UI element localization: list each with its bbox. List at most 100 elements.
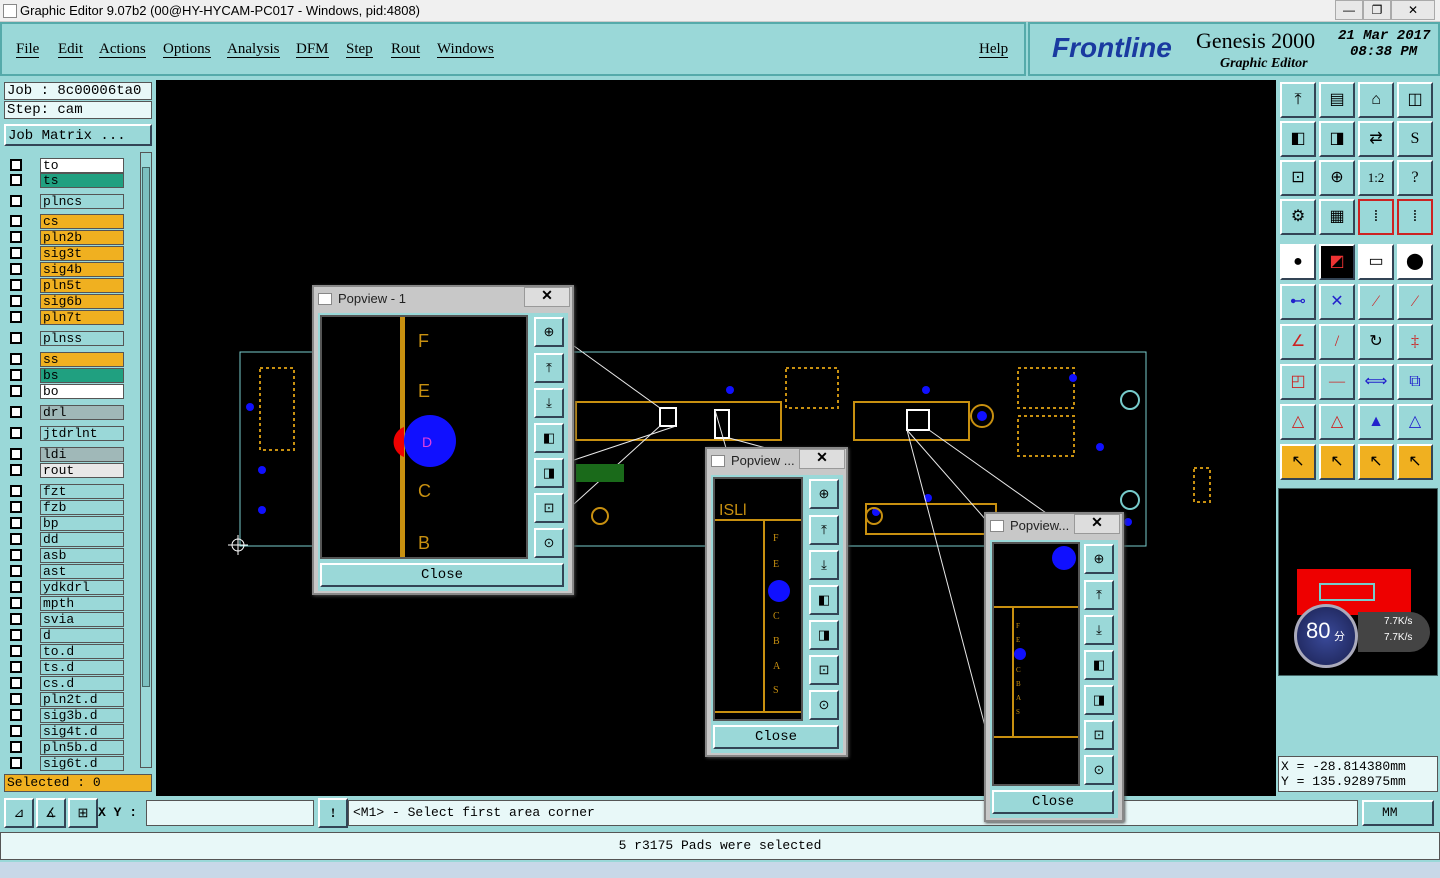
popview-down-icon[interactable]: ⤓ [534, 388, 564, 418]
layer-row[interactable]: jtdrlnt [8, 426, 124, 441]
menu-step[interactable]: Step [346, 42, 373, 58]
popview-close-icon[interactable]: ✕ [524, 287, 570, 307]
layer-name[interactable]: pln5b.d [40, 740, 124, 755]
save-icon[interactable]: ▤ [1319, 82, 1355, 118]
popview-up-icon[interactable]: ⤒ [1084, 580, 1114, 610]
job-matrix-button[interactable]: Job Matrix ... [4, 124, 152, 146]
xy-input[interactable] [146, 800, 314, 826]
popview-fit-icon[interactable]: ⊡ [534, 493, 564, 523]
layer-name[interactable]: drl [40, 405, 124, 420]
popview-close-button[interactable]: Close [320, 563, 564, 587]
layer-name[interactable]: cs [40, 214, 124, 229]
layer-row[interactable]: sig3b.d [8, 708, 124, 723]
layer-checkbox[interactable] [10, 677, 22, 689]
menu-windows[interactable]: Windows [437, 42, 494, 58]
layer-checkbox[interactable] [10, 159, 22, 171]
popview-fit-icon[interactable]: ⊡ [1084, 720, 1114, 750]
layer-row[interactable]: mpth [8, 596, 124, 611]
layer-checkbox[interactable] [10, 448, 22, 460]
layer-row[interactable]: sig6b [8, 294, 124, 309]
popview-right-icon[interactable]: ◨ [1084, 685, 1114, 715]
popview-zoom-in-icon[interactable]: ⊕ [534, 317, 564, 347]
scale-icon[interactable]: 1:2 [1358, 160, 1394, 196]
popview-zoom-area[interactable]: ISLƖ F E C B A S [713, 477, 803, 721]
resize-icon[interactable]: ⟺ [1358, 364, 1394, 400]
layer-name[interactable]: sig3t [40, 246, 124, 261]
popview-center-icon[interactable]: ⊙ [534, 528, 564, 558]
layer-checkbox[interactable] [10, 279, 22, 291]
menu-dfm[interactable]: DFM [296, 42, 329, 58]
popview-right-icon[interactable]: ◨ [809, 620, 839, 650]
layer-name[interactable]: fzb [40, 500, 124, 515]
popview-zoom-in-icon[interactable]: ⊕ [809, 479, 839, 509]
popview-left-icon[interactable]: ◧ [1084, 650, 1114, 680]
snap-corner-icon[interactable]: ⊿ [4, 798, 34, 828]
layer-name[interactable]: sig6b [40, 294, 124, 309]
layer-row[interactable]: pln7t [8, 310, 124, 325]
layer-checkbox[interactable] [10, 332, 22, 344]
layer-name[interactable]: asb [40, 548, 124, 563]
layer-checkbox[interactable] [10, 757, 22, 769]
mirror-icon[interactable]: ‡ [1397, 324, 1433, 360]
layer-row[interactable]: ydkdrl [8, 580, 124, 595]
layer-row[interactable]: cs.d [8, 676, 124, 691]
layer-name[interactable]: ss [40, 352, 124, 367]
popview-fit-icon[interactable]: ⊡ [809, 655, 839, 685]
layer-name[interactable]: sig4t.d [40, 724, 124, 739]
layers-alt-icon[interactable]: ⁞ [1397, 199, 1433, 235]
layer-row[interactable]: pln2t.d [8, 692, 124, 707]
settings-icon[interactable]: ⚙ [1280, 199, 1316, 235]
layer-checkbox[interactable] [10, 231, 22, 243]
slope-icon[interactable]: / [1319, 324, 1355, 360]
layer-row[interactable]: sig6t.d [8, 756, 124, 771]
triangle-up-icon[interactable]: △ [1319, 404, 1355, 440]
layer-name[interactable]: ast [40, 564, 124, 579]
layer-row[interactable]: to.d [8, 644, 124, 659]
layer-name[interactable]: plncs [40, 194, 124, 209]
pan-right-icon[interactable]: ◨ [1319, 121, 1355, 157]
layer-name[interactable]: sig3b.d [40, 708, 124, 723]
popview-zoom-area[interactable]: F E D C B [320, 315, 528, 559]
layer-row[interactable]: bs [8, 368, 124, 383]
minimize-button[interactable]: — [1335, 0, 1363, 20]
home-icon[interactable]: ⌂ [1358, 82, 1394, 118]
pan-left-icon[interactable]: ◧ [1280, 121, 1316, 157]
layer-row[interactable]: svia [8, 612, 124, 627]
grid-snap-icon[interactable]: ⊞ [68, 798, 98, 828]
layers-icon[interactable]: ⁞ [1358, 199, 1394, 235]
pointer-box-icon[interactable]: ↖ [1319, 444, 1355, 480]
layer-name[interactable]: ts [40, 173, 124, 188]
layer-row[interactable]: plnss [8, 331, 124, 346]
popview-up-icon[interactable]: ⤒ [534, 353, 564, 383]
layer-name[interactable]: jtdrlnt [40, 426, 124, 441]
select-feature-icon[interactable]: ◩ [1319, 244, 1355, 280]
menu-help[interactable]: Help [979, 42, 1009, 58]
layer-name[interactable]: plnss [40, 331, 124, 346]
layer-row[interactable]: rout [8, 463, 124, 478]
layer-row[interactable]: pln5t [8, 278, 124, 293]
popview-right-icon[interactable]: ◨ [534, 458, 564, 488]
layer-checkbox[interactable] [10, 629, 22, 641]
popview-zoom-area[interactable]: F E C B A S [992, 542, 1080, 786]
pointer-circle-icon[interactable]: ↖ [1358, 444, 1394, 480]
layer-checkbox[interactable] [10, 464, 22, 476]
layer-name[interactable]: ydkdrl [40, 580, 124, 595]
line-icon[interactable]: ⁄ [1358, 284, 1394, 320]
layer-row[interactable]: d [8, 628, 124, 643]
select-pad-icon[interactable]: ● [1280, 244, 1316, 280]
popview-close-icon[interactable]: ✕ [1074, 514, 1120, 534]
split-icon[interactable]: — [1319, 364, 1355, 400]
layer-checkbox[interactable] [10, 613, 22, 625]
layer-row[interactable]: sig4t.d [8, 724, 124, 739]
layer-checkbox[interactable] [10, 215, 22, 227]
triangle-arrow-icon[interactable]: ▲ [1358, 404, 1394, 440]
layer-name[interactable]: bp [40, 516, 124, 531]
layer-checkbox[interactable] [10, 661, 22, 673]
layer-checkbox[interactable] [10, 295, 22, 307]
pointer-icon[interactable]: ↖ [1280, 444, 1316, 480]
layer-checkbox[interactable] [10, 174, 22, 186]
triangle-icon[interactable]: △ [1280, 404, 1316, 440]
popview-close-icon[interactable]: ✕ [799, 449, 845, 469]
layer-checkbox[interactable] [10, 501, 22, 513]
popview-zoom-in-icon[interactable]: ⊕ [1084, 544, 1114, 574]
